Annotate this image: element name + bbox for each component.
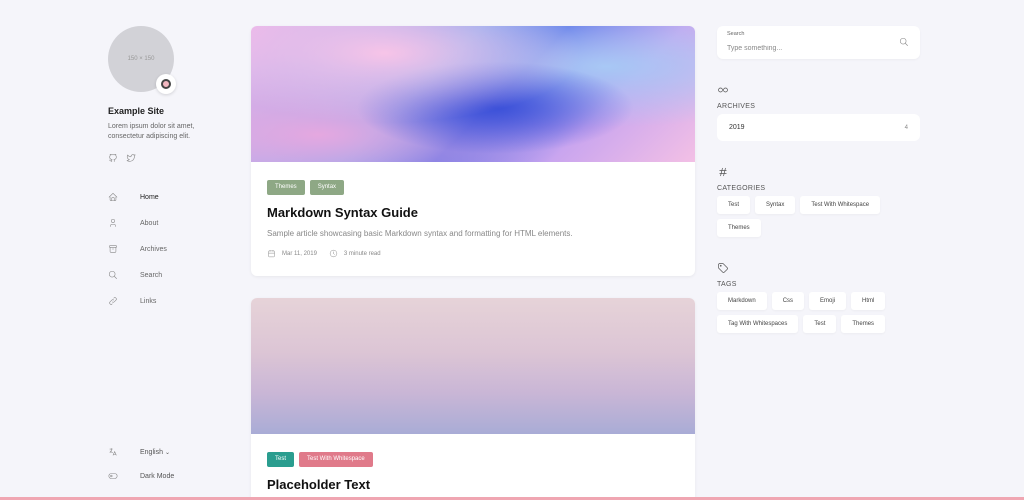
tag-item[interactable]: Html [851, 292, 886, 310]
dark-mode-toggle[interactable]: Dark Mode [108, 464, 174, 488]
search-input[interactable] [727, 45, 877, 52]
tag-list: Markdown Css Emoji Html Tag With Whitesp… [717, 292, 920, 333]
avatar[interactable]: 150 × 150 [108, 26, 176, 94]
nav-item-archives[interactable]: Archives [108, 236, 228, 262]
nav-label-links: Links [140, 297, 157, 305]
nav-item-search[interactable]: Search [108, 262, 228, 288]
article-date: Mar 11, 2019 [282, 250, 317, 257]
categories-widget: CATEGORIES Test Syntax Test With Whitesp… [717, 165, 920, 237]
article-title[interactable]: Placeholder Text [267, 477, 679, 492]
category-tag[interactable]: Test With Whitespace [800, 196, 881, 214]
language-icon [109, 448, 117, 456]
article-categories: Test Test With Whitespace [267, 452, 679, 467]
article-reading-time: 3 minute read [343, 250, 381, 257]
calendar-icon [268, 250, 275, 258]
left-sidebar: 150 × 150 Example Site Lorem ipsum dolor… [108, 26, 228, 314]
article-title[interactable]: Markdown Syntax Guide [267, 205, 679, 220]
nav-label-search: Search [140, 271, 163, 279]
main-nav: Home About Archives Search Links [108, 184, 228, 314]
search-label: Search [727, 31, 745, 37]
user-icon [110, 218, 116, 227]
archive-year: 2019 [729, 124, 745, 131]
tag-item[interactable]: Emoji [809, 292, 847, 310]
tags-widget: TAGS Markdown Css Emoji Html Tag With Wh… [717, 261, 920, 333]
category-tag[interactable]: Themes [717, 219, 761, 237]
archive-count: 4 [904, 124, 908, 131]
clock-icon [329, 249, 338, 258]
dark-mode-label: Dark Mode [140, 472, 175, 480]
article-card[interactable]: Themes Syntax Markdown Syntax Guide Samp… [251, 26, 695, 276]
search-icon[interactable] [899, 37, 909, 47]
category-badge[interactable]: Test [267, 452, 295, 467]
link-icon [109, 297, 117, 305]
tag-icon [717, 261, 920, 279]
nav-item-home[interactable]: Home [108, 184, 228, 210]
archive-icon [108, 245, 118, 253]
tag-item[interactable]: Test [803, 315, 837, 333]
nav-label-about: About [140, 219, 159, 227]
home-icon [108, 192, 118, 202]
twitter-icon[interactable] [126, 150, 136, 168]
language-selector[interactable]: English ⌄ [108, 440, 174, 464]
tag-item[interactable]: Themes [841, 315, 886, 333]
categories-title: CATEGORIES [717, 185, 766, 192]
site-name[interactable]: Example Site [108, 106, 228, 116]
language-label: English [140, 448, 163, 456]
article-categories: Themes Syntax [267, 180, 679, 195]
tag-item[interactable]: Css [771, 292, 805, 310]
archives-title: ARCHIVES [717, 103, 756, 110]
tag-item[interactable]: Tag With Whitespaces [717, 315, 799, 333]
archives-widget: ARCHIVES 2019 4 [717, 83, 920, 141]
article-summary: Sample article showcasing basic Markdown… [267, 229, 573, 238]
category-badge[interactable]: Test With Whitespace [299, 452, 373, 467]
right-sidebar: Search ARCHIVES 2019 4 CATEGORIES Test S… [717, 26, 920, 333]
avatar-emoji-icon [156, 74, 176, 94]
archive-year-item[interactable]: 2019 4 [717, 114, 920, 141]
tag-item[interactable]: Markdown [717, 292, 767, 310]
github-icon[interactable] [108, 150, 118, 168]
nav-label-home: Home [140, 193, 159, 201]
nav-item-about[interactable]: About [108, 210, 228, 236]
article-cover-image[interactable] [251, 26, 695, 162]
avatar-placeholder-text: 150 × 150 [127, 56, 155, 62]
toggle-icon [108, 473, 118, 479]
hash-icon [717, 165, 920, 183]
chevron-down-icon: ⌄ [164, 449, 170, 456]
category-list: Test Syntax Test With Whitespace Themes [717, 196, 920, 237]
nav-item-links[interactable]: Links [108, 288, 228, 314]
nav-label-archives: Archives [140, 245, 167, 253]
article-meta: Mar 11, 2019 3 minute read [267, 249, 679, 258]
tags-title: TAGS [717, 281, 737, 288]
infinity-icon [717, 83, 920, 101]
category-tag[interactable]: Test [717, 196, 751, 214]
search-icon [108, 270, 117, 279]
search-widget: Search [717, 26, 920, 59]
category-badge[interactable]: Syntax [309, 180, 345, 195]
article-card[interactable]: Test Test With Whitespace Placeholder Te… [251, 298, 695, 500]
category-tag[interactable]: Syntax [755, 196, 796, 214]
category-badge[interactable]: Themes [267, 180, 305, 195]
sidebar-bottom-controls: English ⌄ Dark Mode [108, 440, 174, 488]
social-links [108, 150, 228, 168]
article-cover-image[interactable] [251, 298, 695, 434]
site-description: Lorem ipsum dolor sit amet, consectetur … [108, 123, 195, 140]
